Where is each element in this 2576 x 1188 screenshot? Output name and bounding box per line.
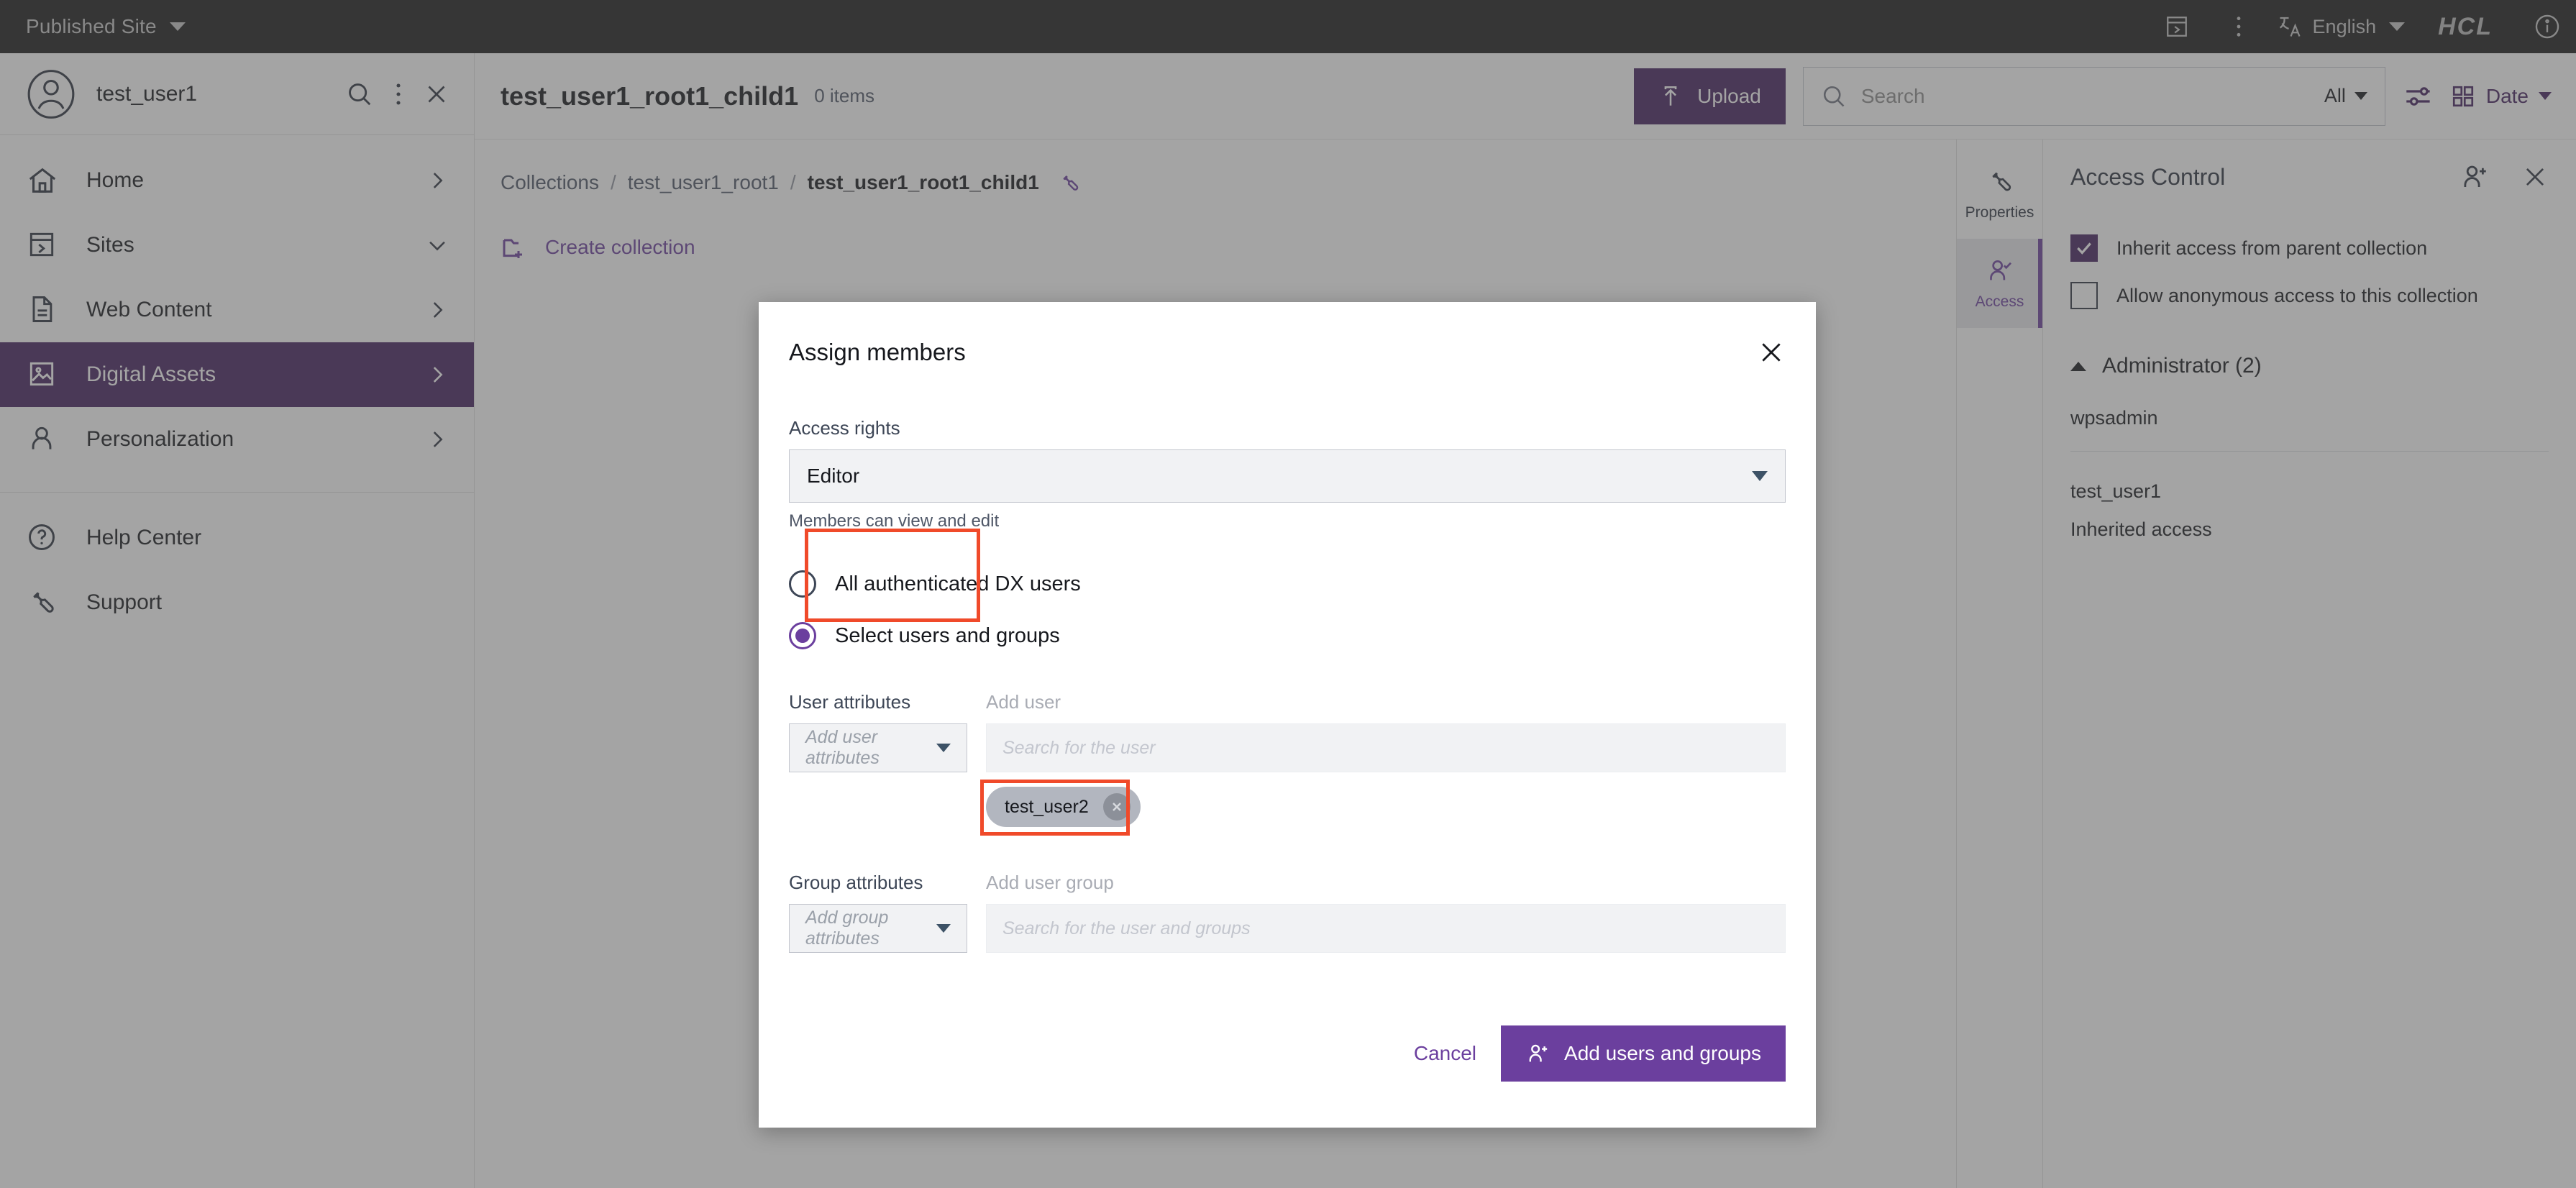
user-section: User attributes Add user attributes Add … — [789, 691, 1786, 836]
group-attributes-label: Group attributes — [789, 872, 923, 893]
user-attributes-placeholder: Add user attributes — [805, 727, 880, 768]
group-attributes-placeholder: Add group attributes — [805, 908, 889, 949]
add-users-and-groups-button[interactable]: Add users and groups — [1501, 1025, 1786, 1082]
radio-all-authenticated[interactable]: All authenticated DX users — [789, 570, 1786, 598]
radio-unselected-icon — [789, 570, 816, 598]
chevron-down-icon — [936, 924, 951, 933]
user-attributes-label: User attributes — [789, 691, 911, 713]
access-rights-field: Access rights Editor Members can view an… — [789, 417, 1786, 622]
remove-chip-icon[interactable] — [1102, 793, 1131, 821]
cancel-button[interactable]: Cancel — [1414, 1042, 1476, 1065]
access-rights-value: Editor — [807, 465, 860, 487]
user-attributes-field: User attributes Add user attributes — [789, 691, 967, 827]
group-attributes-select[interactable]: Add group attributes — [789, 904, 967, 953]
dialog-title: Assign members — [789, 339, 966, 365]
add-user-group-field: Add user group Search for the user and g… — [986, 872, 1786, 953]
chevron-down-icon — [1752, 471, 1768, 481]
radio-select-users-groups-label: Select users and groups — [835, 623, 1060, 647]
user-attributes-select[interactable]: Add user attributes — [789, 723, 967, 772]
add-user-group-label: Add user group — [986, 872, 1114, 893]
radio-select-users-groups[interactable]: Select users and groups — [789, 622, 1786, 649]
chevron-down-icon — [936, 744, 951, 752]
selected-users-chips: test_user2 — [980, 780, 1786, 836]
add-users-and-groups-label: Add users and groups — [1564, 1042, 1761, 1064]
add-user-input[interactable]: Search for the user — [986, 723, 1786, 772]
dialog-header: Assign members — [789, 302, 1786, 385]
add-user-field: Add user Search for the user test_user2 — [980, 691, 1786, 836]
access-rights-label: Access rights — [789, 417, 900, 439]
access-rights-helper-text: Members can view and edit — [789, 511, 1000, 531]
user-chip-label: test_user2 — [1005, 796, 1089, 817]
add-user-group-placeholder: Search for the user and groups — [1002, 918, 1251, 938]
group-attributes-field: Group attributes Add group attributes — [789, 872, 967, 953]
radio-selected-icon — [789, 622, 816, 649]
access-rights-select[interactable]: Editor — [789, 449, 1786, 503]
radio-all-authenticated-label: All authenticated DX users — [835, 572, 1081, 595]
add-user-label: Add user — [986, 691, 1061, 713]
add-user-placeholder: Search for the user — [1002, 737, 1156, 758]
app-root: Published Site — [0, 0, 2576, 1188]
close-icon[interactable] — [1757, 338, 1786, 367]
dialog-footer: Cancel Add users and groups — [1414, 1025, 1786, 1082]
add-user-group-input[interactable]: Search for the user and groups — [986, 904, 1786, 953]
group-section: Group attributes Add group attributes Ad… — [789, 872, 1786, 953]
add-user-icon — [1525, 1041, 1550, 1066]
user-chip[interactable]: test_user2 — [986, 787, 1141, 827]
assign-members-dialog: Assign members Access rights Editor Memb… — [759, 302, 1816, 1128]
